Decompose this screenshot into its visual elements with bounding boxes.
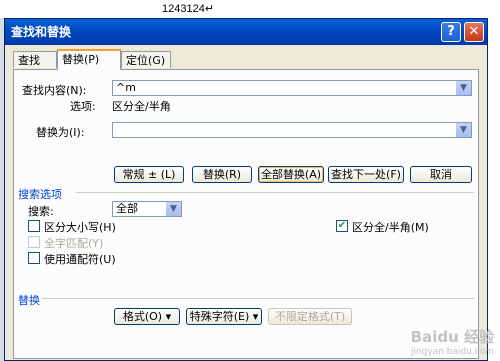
replace-button[interactable]: 替换(R): [192, 166, 252, 183]
special-characters-button[interactable]: 特殊字符(E) ▾: [186, 308, 262, 325]
find-replace-dialog: 查找和替换 ? ✕ 查找(D) 替换(P) 定位(G) 查找内容(N): ^m …: [4, 18, 488, 361]
replace-section-title: 替换: [18, 294, 40, 307]
find-dropdown-icon[interactable]: ▼: [456, 81, 471, 95]
replace-dropdown-icon[interactable]: ▼: [456, 123, 471, 137]
whole-word-label: 全字匹配(Y): [44, 237, 104, 250]
wildcards-label: 使用通配符(U): [44, 253, 116, 266]
search-options-divider: [76, 192, 474, 193]
options-label: 选项:: [70, 100, 96, 113]
replace-label: 替换为(I):: [36, 126, 85, 139]
replace-combobox[interactable]: ▼: [112, 122, 472, 138]
options-value: 区分全/半角: [112, 100, 171, 113]
cancel-button[interactable]: 取消: [410, 166, 472, 183]
whole-word-checkbox: [28, 236, 40, 248]
replace-all-button[interactable]: 全部替换(A): [258, 166, 324, 183]
no-formatting-button: 不限定格式(T): [268, 308, 352, 325]
document-area: 1243124↵: [0, 0, 500, 18]
format-button[interactable]: 格式(O) ▾: [114, 308, 180, 325]
replace-section-divider: [42, 298, 474, 299]
watermark-sub: jingyan.baidu.com: [410, 347, 494, 357]
wildcards-checkbox[interactable]: [28, 252, 40, 264]
replace-panel: 查找内容(N): ^m ▼ 选项: 区分全/半角 替换为(I): ▼ 常规 ± …: [13, 69, 479, 359]
help-button[interactable]: ?: [441, 22, 461, 42]
tab-find[interactable]: 查找(D): [13, 51, 57, 84]
baidu-watermark: Baidu 经验 jingyan.baidu.com: [411, 326, 494, 357]
search-options-title: 搜索选项: [18, 188, 62, 201]
find-label: 查找内容(N):: [22, 84, 87, 97]
more-button[interactable]: 常规 ± (L): [114, 166, 184, 183]
find-input[interactable]: ^m: [116, 81, 136, 95]
find-combobox[interactable]: ^m ▼: [112, 80, 472, 96]
search-label: 搜索:: [28, 205, 54, 218]
title-bar: 查找和替换 ? ✕: [5, 19, 487, 45]
match-width-label: 区分全/半角(M): [352, 221, 429, 234]
match-width-checkbox[interactable]: ✔: [336, 220, 348, 232]
dialog-title: 查找和替换: [11, 25, 72, 39]
document-text: 1243124↵: [162, 3, 215, 15]
match-case-checkbox[interactable]: [28, 220, 40, 232]
tab-goto[interactable]: 定位(G): [121, 51, 171, 68]
find-next-button[interactable]: 查找下一处(F): [328, 166, 404, 183]
close-button[interactable]: ✕: [464, 22, 484, 42]
search-direction-select[interactable]: 全部 ▼: [112, 201, 182, 217]
search-direction-value: 全部: [116, 202, 138, 215]
tab-replace[interactable]: 替换(P): [57, 49, 121, 70]
search-direction-dropdown-icon[interactable]: ▼: [166, 202, 181, 216]
match-case-label: 区分大小写(H): [44, 221, 116, 234]
watermark-main: Baidu 经验: [410, 328, 494, 346]
